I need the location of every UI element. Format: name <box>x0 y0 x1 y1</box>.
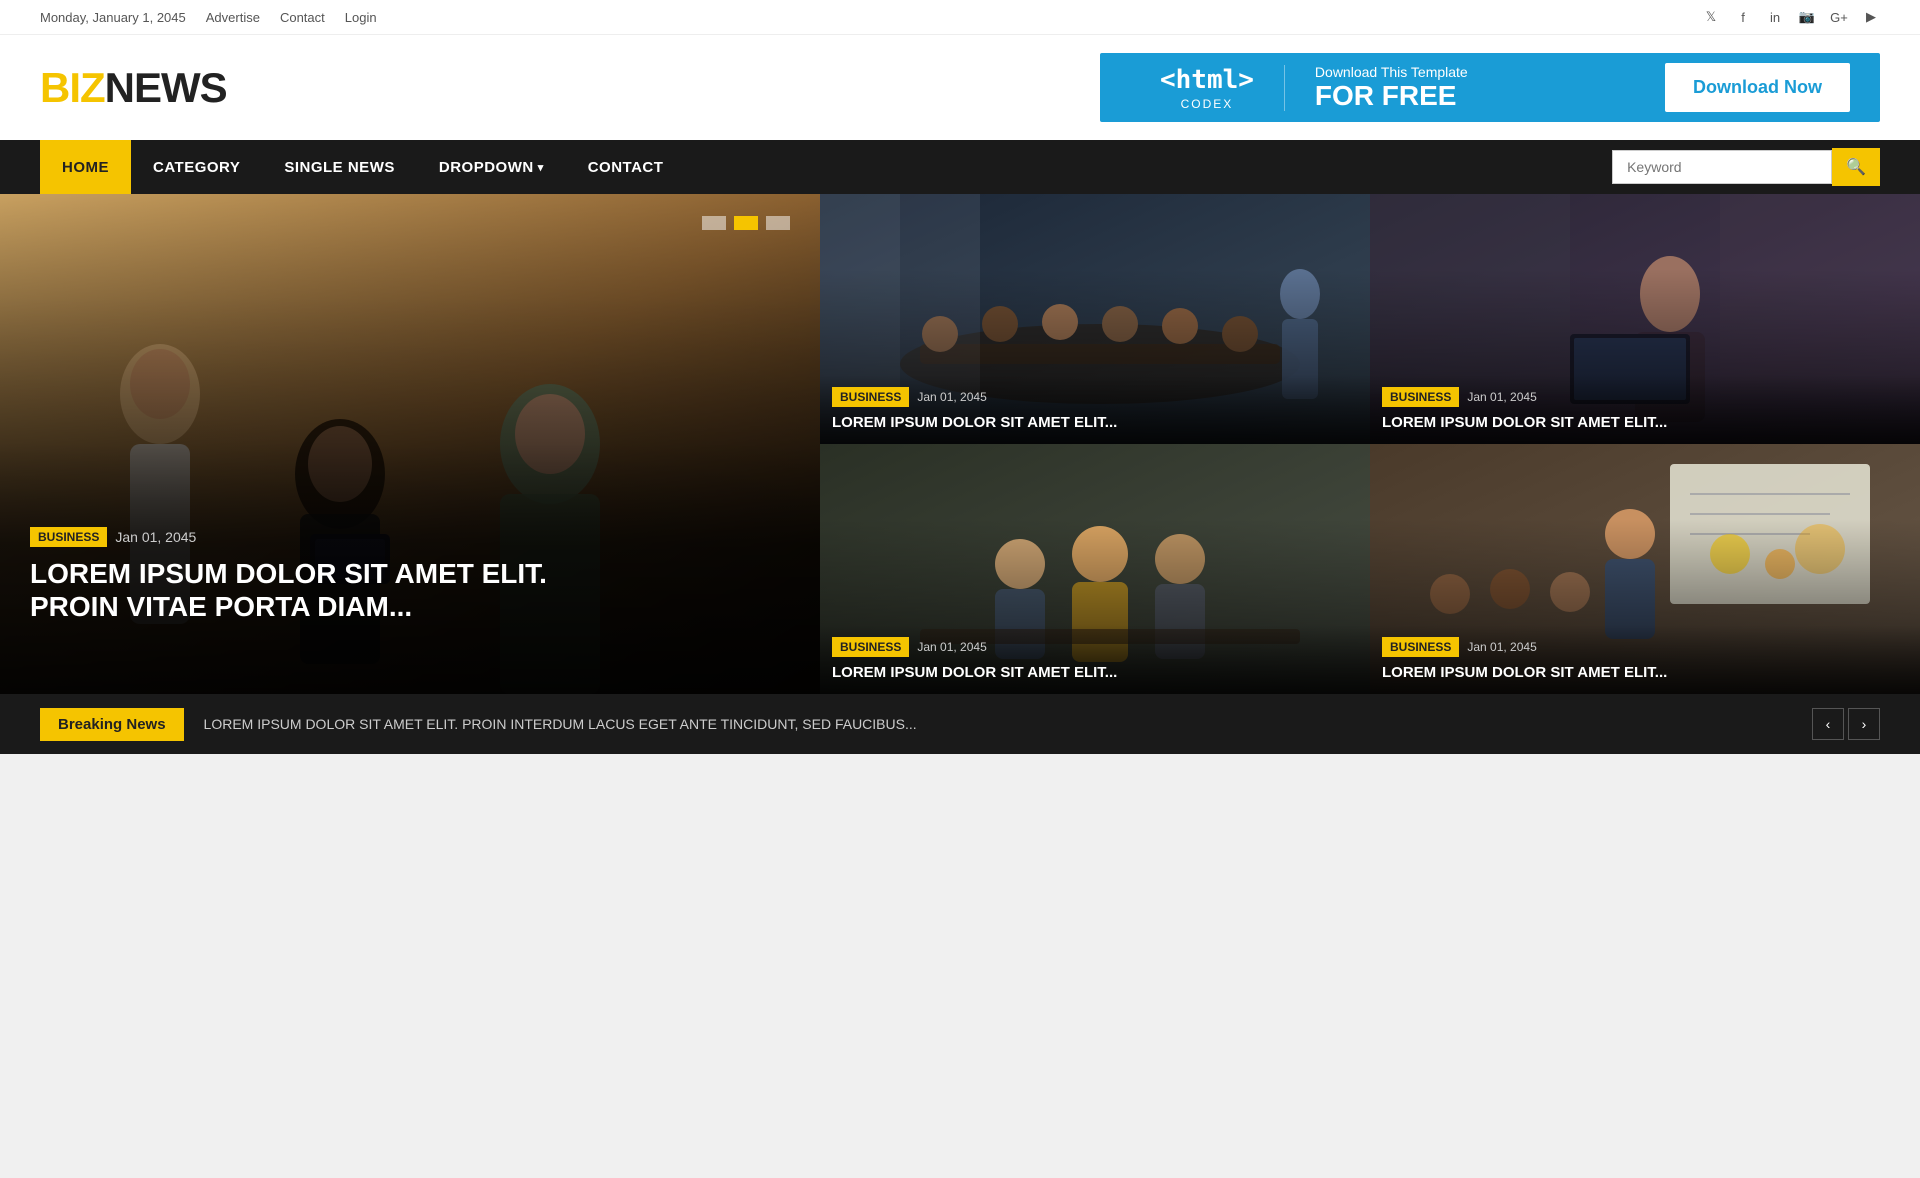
main-nav: HOME CATEGORY SINGLE NEWS DROPDOWN CONTA… <box>0 140 1920 194</box>
googleplus-icon[interactable]: G+ <box>1830 8 1848 26</box>
slider-dots <box>702 216 790 230</box>
card-3-title: LOREM IPSUM DOLOR SIT AMET ELIT... <box>832 663 1358 683</box>
nav-single-news[interactable]: SINGLE NEWS <box>262 140 417 194</box>
breaking-news-label: Breaking News <box>40 708 184 741</box>
slider-dot-1[interactable] <box>702 216 726 230</box>
article-card-3[interactable]: BUSINESS Jan 01, 2045 LOREM IPSUM DOLOR … <box>820 444 1370 694</box>
card-1-meta: BUSINESS Jan 01, 2045 <box>832 387 1358 407</box>
card-4-date: Jan 01, 2045 <box>1467 640 1536 654</box>
top-bar-left: Monday, January 1, 2045 Advertise Contac… <box>40 10 377 25</box>
card-2-overlay: BUSINESS Jan 01, 2045 LOREM IPSUM DOLOR … <box>1370 375 1920 445</box>
card-1-date: Jan 01, 2045 <box>917 390 986 404</box>
html-tag-text: <html> <box>1160 65 1254 95</box>
card-3-overlay: BUSINESS Jan 01, 2045 LOREM IPSUM DOLOR … <box>820 625 1370 695</box>
banner-text: Download This Template FOR FREE <box>1285 64 1665 112</box>
article-card-2[interactable]: BUSINESS Jan 01, 2045 LOREM IPSUM DOLOR … <box>1370 194 1920 444</box>
hero-title: LOREM IPSUM DOLOR SIT AMET ELIT.PROIN VI… <box>30 557 790 624</box>
site-logo[interactable]: BIZNEWS <box>40 64 227 112</box>
hero-info: BUSINESS Jan 01, 2045 LOREM IPSUM DOLOR … <box>30 527 790 624</box>
facebook-icon[interactable]: f <box>1734 8 1752 26</box>
banner-big-text: FOR FREE <box>1315 80 1635 112</box>
banner-download-button[interactable]: Download Now <box>1665 63 1850 112</box>
instagram-icon[interactable]: 📷 <box>1798 8 1816 26</box>
nav-contact[interactable]: CONTACT <box>566 140 686 194</box>
card-3-image: BUSINESS Jan 01, 2045 LOREM IPSUM DOLOR … <box>820 444 1370 694</box>
nav-home[interactable]: HOME <box>40 140 131 194</box>
card-4-tag: BUSINESS <box>1382 637 1459 657</box>
slider-dot-3[interactable] <box>766 216 790 230</box>
nav-category[interactable]: CATEGORY <box>131 140 262 194</box>
card-3-date: Jan 01, 2045 <box>917 640 986 654</box>
hero-date: Jan 01, 2045 <box>115 529 196 545</box>
card-4-overlay: BUSINESS Jan 01, 2045 LOREM IPSUM DOLOR … <box>1370 625 1920 695</box>
article-card-1[interactable]: BUSINESS Jan 01, 2045 LOREM IPSUM DOLOR … <box>820 194 1370 444</box>
card-2-meta: BUSINESS Jan 01, 2045 <box>1382 387 1908 407</box>
breaking-prev-button[interactable]: ‹ <box>1812 708 1844 740</box>
nav-dropdown[interactable]: DROPDOWN <box>417 140 566 194</box>
hero-tag: BUSINESS <box>30 527 107 547</box>
logo-news: NEWS <box>105 64 227 111</box>
card-3-tag: BUSINESS <box>832 637 909 657</box>
articles-grid: BUSINESS Jan 01, 2045 LOREM IPSUM DOLOR … <box>820 194 1920 694</box>
main-content: BUSINESS Jan 01, 2045 LOREM IPSUM DOLOR … <box>0 194 1920 694</box>
banner-small-text: Download This Template <box>1315 64 1635 80</box>
advertise-link[interactable]: Advertise <box>206 10 260 25</box>
codex-text: CODEX <box>1181 97 1234 111</box>
login-link[interactable]: Login <box>345 10 377 25</box>
search-button[interactable]: 🔍 <box>1832 148 1880 186</box>
card-1-image: BUSINESS Jan 01, 2045 LOREM IPSUM DOLOR … <box>820 194 1370 444</box>
breaking-next-button[interactable]: › <box>1848 708 1880 740</box>
date-label: Monday, January 1, 2045 <box>40 10 186 25</box>
card-1-overlay: BUSINESS Jan 01, 2045 LOREM IPSUM DOLOR … <box>820 375 1370 445</box>
youtube-icon[interactable]: ▶ <box>1862 8 1880 26</box>
card-4-meta: BUSINESS Jan 01, 2045 <box>1382 637 1908 657</box>
contact-link[interactable]: Contact <box>280 10 325 25</box>
search-bar: 🔍 <box>1612 148 1880 186</box>
hero-meta: BUSINESS Jan 01, 2045 <box>30 527 790 547</box>
card-4-image: BUSINESS Jan 01, 2045 LOREM IPSUM DOLOR … <box>1370 444 1920 694</box>
card-4-title: LOREM IPSUM DOLOR SIT AMET ELIT... <box>1382 663 1908 683</box>
slider-dot-2[interactable] <box>734 216 758 230</box>
breaking-news-text: LOREM IPSUM DOLOR SIT AMET ELIT. PROIN I… <box>204 716 1792 732</box>
nav-items: HOME CATEGORY SINGLE NEWS DROPDOWN CONTA… <box>40 140 1612 194</box>
linkedin-icon[interactable]: in <box>1766 8 1784 26</box>
card-1-tag: BUSINESS <box>832 387 909 407</box>
social-links: 𝕏 f in 📷 G+ ▶ <box>1702 8 1880 26</box>
card-2-image: BUSINESS Jan 01, 2045 LOREM IPSUM DOLOR … <box>1370 194 1920 444</box>
top-bar: Monday, January 1, 2045 Advertise Contac… <box>0 0 1920 35</box>
site-header: BIZNEWS <html> CODEX Download This Templ… <box>0 35 1920 140</box>
banner-ad[interactable]: <html> CODEX Download This Template FOR … <box>1100 53 1880 122</box>
card-2-tag: BUSINESS <box>1382 387 1459 407</box>
card-1-title: LOREM IPSUM DOLOR SIT AMET ELIT... <box>832 413 1358 433</box>
search-input[interactable] <box>1612 150 1832 184</box>
breaking-news-bar: Breaking News LOREM IPSUM DOLOR SIT AMET… <box>0 694 1920 754</box>
hero-slider[interactable]: BUSINESS Jan 01, 2045 LOREM IPSUM DOLOR … <box>0 194 820 694</box>
banner-html-section: <html> CODEX <box>1130 65 1285 111</box>
article-card-4[interactable]: BUSINESS Jan 01, 2045 LOREM IPSUM DOLOR … <box>1370 444 1920 694</box>
card-2-date: Jan 01, 2045 <box>1467 390 1536 404</box>
twitter-icon[interactable]: 𝕏 <box>1702 8 1720 26</box>
breaking-news-nav: ‹ › <box>1812 708 1880 740</box>
card-3-meta: BUSINESS Jan 01, 2045 <box>832 637 1358 657</box>
logo-biz: BIZ <box>40 64 105 111</box>
card-2-title: LOREM IPSUM DOLOR SIT AMET ELIT... <box>1382 413 1908 433</box>
